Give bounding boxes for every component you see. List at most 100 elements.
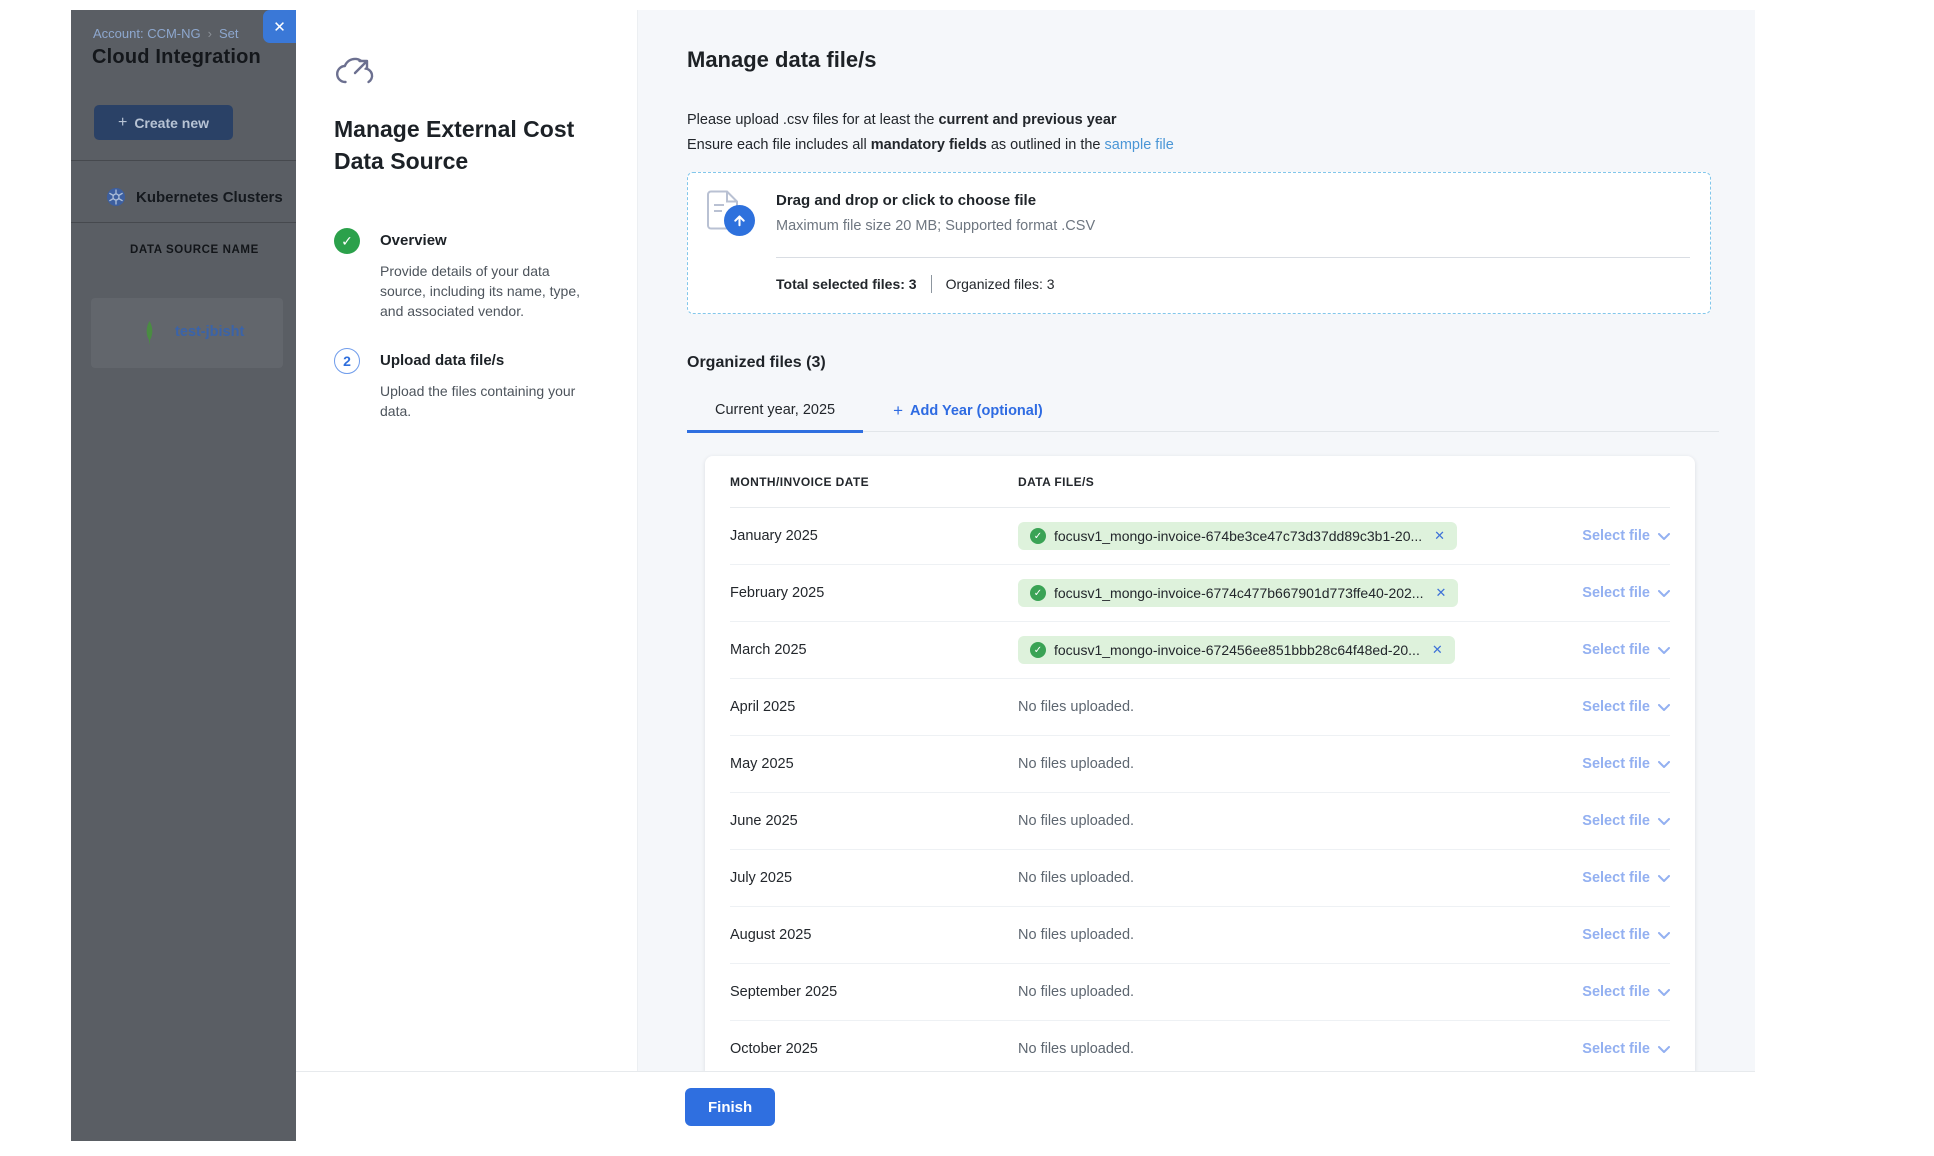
no-files-text: No files uploaded. bbox=[1018, 756, 1134, 772]
manage-data-files-panel: Manage data file/s Please upload .csv fi… bbox=[638, 10, 1755, 1071]
month-label: October 2025 bbox=[730, 1041, 1018, 1057]
chevron-down-icon bbox=[1658, 818, 1670, 825]
file-chip: ✓ focusv1_mongo-invoice-674be3ce47c73d37… bbox=[1018, 522, 1457, 550]
stepper-panel: Manage External Cost Data Source ✓ Overv… bbox=[296, 10, 638, 1071]
select-file-dropdown[interactable]: Select file bbox=[1582, 642, 1670, 658]
remove-file-icon[interactable]: ✕ bbox=[1434, 528, 1445, 544]
column-header-data-files: DATA FILE/S bbox=[1018, 475, 1540, 489]
cloud-export-icon bbox=[334, 52, 376, 90]
breadcrumb-separator: › bbox=[208, 26, 212, 41]
table-row: January 2025 ✓ focusv1_mongo-invoice-674… bbox=[730, 508, 1670, 565]
organized-files-count: Organized files: 3 bbox=[946, 276, 1055, 292]
month-label: September 2025 bbox=[730, 984, 1018, 1000]
table-row: April 2025 ✓ ✕ No files uploaded. Select… bbox=[730, 679, 1670, 736]
finish-button[interactable]: Finish bbox=[685, 1088, 775, 1126]
step-label: Overview bbox=[380, 228, 588, 254]
month-label: January 2025 bbox=[730, 528, 1018, 544]
create-new-label: Create new bbox=[134, 115, 209, 131]
month-label: May 2025 bbox=[730, 756, 1018, 772]
check-circle-icon: ✓ bbox=[1030, 642, 1046, 658]
file-dropzone[interactable]: Drag and drop or click to choose file Ma… bbox=[687, 172, 1711, 314]
total-selected-files: Total selected files: 3 bbox=[776, 276, 917, 292]
no-files-text: No files uploaded. bbox=[1018, 813, 1134, 829]
chevron-down-icon bbox=[1658, 704, 1670, 711]
chevron-down-icon bbox=[1658, 1046, 1670, 1053]
data-file-cell: ✓ ✕ No files uploaded. bbox=[1018, 756, 1540, 772]
select-file-dropdown[interactable]: Select file bbox=[1582, 699, 1670, 715]
month-label: February 2025 bbox=[730, 585, 1018, 601]
step-description: Upload the files containing your data. bbox=[380, 381, 588, 421]
chevron-down-icon bbox=[1658, 875, 1670, 882]
table-row: July 2025 ✓ ✕ No files uploaded. Select … bbox=[730, 850, 1670, 907]
select-file-dropdown[interactable]: Select file bbox=[1582, 756, 1670, 772]
mongodb-leaf-icon bbox=[143, 320, 156, 346]
no-files-text: No files uploaded. bbox=[1018, 984, 1134, 1000]
no-files-text: No files uploaded. bbox=[1018, 927, 1134, 943]
table-row: February 2025 ✓ focusv1_mongo-invoice-67… bbox=[730, 565, 1670, 622]
select-file-dropdown[interactable]: Select file bbox=[1582, 870, 1670, 886]
select-file-dropdown[interactable]: Select file bbox=[1582, 813, 1670, 829]
table-row: October 2025 ✓ ✕ No files uploaded. Sele… bbox=[730, 1021, 1670, 1071]
page-title: Cloud Integration bbox=[92, 46, 261, 69]
data-source-link: test-jbisht bbox=[175, 324, 244, 340]
no-files-text: No files uploaded. bbox=[1018, 699, 1134, 715]
select-file-label: Select file bbox=[1582, 528, 1650, 544]
remove-file-icon[interactable]: ✕ bbox=[1435, 585, 1446, 601]
add-year-button[interactable]: + Add Year (optional) bbox=[893, 392, 1043, 431]
upload-instructions: Please upload .csv files for at least th… bbox=[687, 108, 1711, 158]
data-file-cell: ✓ ✕ No files uploaded. bbox=[1018, 813, 1540, 829]
divider bbox=[71, 160, 296, 161]
file-chip: ✓ focusv1_mongo-invoice-672456ee851bbb28… bbox=[1018, 636, 1455, 664]
table-row: March 2025 ✓ focusv1_mongo-invoice-67245… bbox=[730, 622, 1670, 679]
breadcrumb-account: Account: CCM-NG bbox=[93, 26, 201, 41]
remove-file-icon[interactable]: ✕ bbox=[1432, 642, 1443, 658]
no-files-text: No files uploaded. bbox=[1018, 1041, 1134, 1057]
no-files-text: No files uploaded. bbox=[1018, 870, 1134, 886]
dropzone-subtitle: Maximum file size 20 MB; Supported forma… bbox=[776, 218, 1095, 234]
file-name: focusv1_mongo-invoice-6774c477b667901d77… bbox=[1054, 585, 1423, 601]
data-file-cell: ✓ focusv1_mongo-invoice-6774c477b667901d… bbox=[1018, 579, 1540, 607]
month-label: August 2025 bbox=[730, 927, 1018, 943]
step-upload-data-files[interactable]: 2 Upload data file/s Upload the files co… bbox=[334, 348, 588, 421]
panel-heading: Manage data file/s bbox=[687, 46, 1711, 74]
nav-label: Kubernetes Clusters bbox=[136, 189, 283, 206]
check-circle-icon: ✓ bbox=[1030, 585, 1046, 601]
select-file-dropdown[interactable]: Select file bbox=[1582, 984, 1670, 1000]
select-file-dropdown[interactable]: Select file bbox=[1582, 927, 1670, 943]
data-file-cell: ✓ focusv1_mongo-invoice-674be3ce47c73d37… bbox=[1018, 522, 1540, 550]
instruction-line-2: Ensure each file includes all mandatory … bbox=[687, 133, 1711, 158]
drawer-title: Manage External Cost Data Source bbox=[334, 113, 584, 177]
sample-file-link[interactable]: sample file bbox=[1105, 137, 1174, 153]
add-year-label: Add Year (optional) bbox=[910, 403, 1043, 419]
select-file-dropdown[interactable]: Select file bbox=[1582, 1041, 1670, 1057]
table-row: May 2025 ✓ ✕ No files uploaded. Select f… bbox=[730, 736, 1670, 793]
step-overview[interactable]: ✓ Overview Provide details of your data … bbox=[334, 228, 588, 321]
data-file-cell: ✓ focusv1_mongo-invoice-672456ee851bbb28… bbox=[1018, 636, 1540, 664]
table-row: September 2025 ✓ ✕ No files uploaded. Se… bbox=[730, 964, 1670, 1021]
divider bbox=[71, 222, 296, 223]
file-chip: ✓ focusv1_mongo-invoice-6774c477b667901d… bbox=[1018, 579, 1458, 607]
organized-files-heading: Organized files (3) bbox=[687, 354, 1711, 372]
select-file-label: Select file bbox=[1582, 756, 1650, 772]
create-new-button: + Create new bbox=[94, 105, 233, 140]
tab-current-year[interactable]: Current year, 2025 bbox=[687, 392, 863, 433]
plus-icon: + bbox=[118, 115, 127, 131]
file-name: focusv1_mongo-invoice-674be3ce47c73d37dd… bbox=[1054, 528, 1422, 544]
month-label: April 2025 bbox=[730, 699, 1018, 715]
upload-file-icon bbox=[707, 190, 769, 252]
upload-arrow-icon bbox=[724, 205, 755, 236]
chevron-down-icon bbox=[1658, 761, 1670, 768]
data-file-cell: ✓ ✕ No files uploaded. bbox=[1018, 870, 1540, 886]
select-file-label: Select file bbox=[1582, 927, 1650, 943]
table-row: August 2025 ✓ ✕ No files uploaded. Selec… bbox=[730, 907, 1670, 964]
month-label: July 2025 bbox=[730, 870, 1018, 886]
file-counts: Total selected files: 3 Organized files:… bbox=[776, 275, 1055, 293]
select-file-dropdown[interactable]: Select file bbox=[1582, 528, 1670, 544]
dropzone-divider bbox=[776, 257, 1690, 258]
close-button[interactable]: ✕ bbox=[263, 10, 296, 43]
select-file-label: Select file bbox=[1582, 870, 1650, 886]
month-label: June 2025 bbox=[730, 813, 1018, 829]
close-icon: ✕ bbox=[273, 18, 286, 36]
kubernetes-icon bbox=[106, 187, 126, 207]
select-file-dropdown[interactable]: Select file bbox=[1582, 585, 1670, 601]
